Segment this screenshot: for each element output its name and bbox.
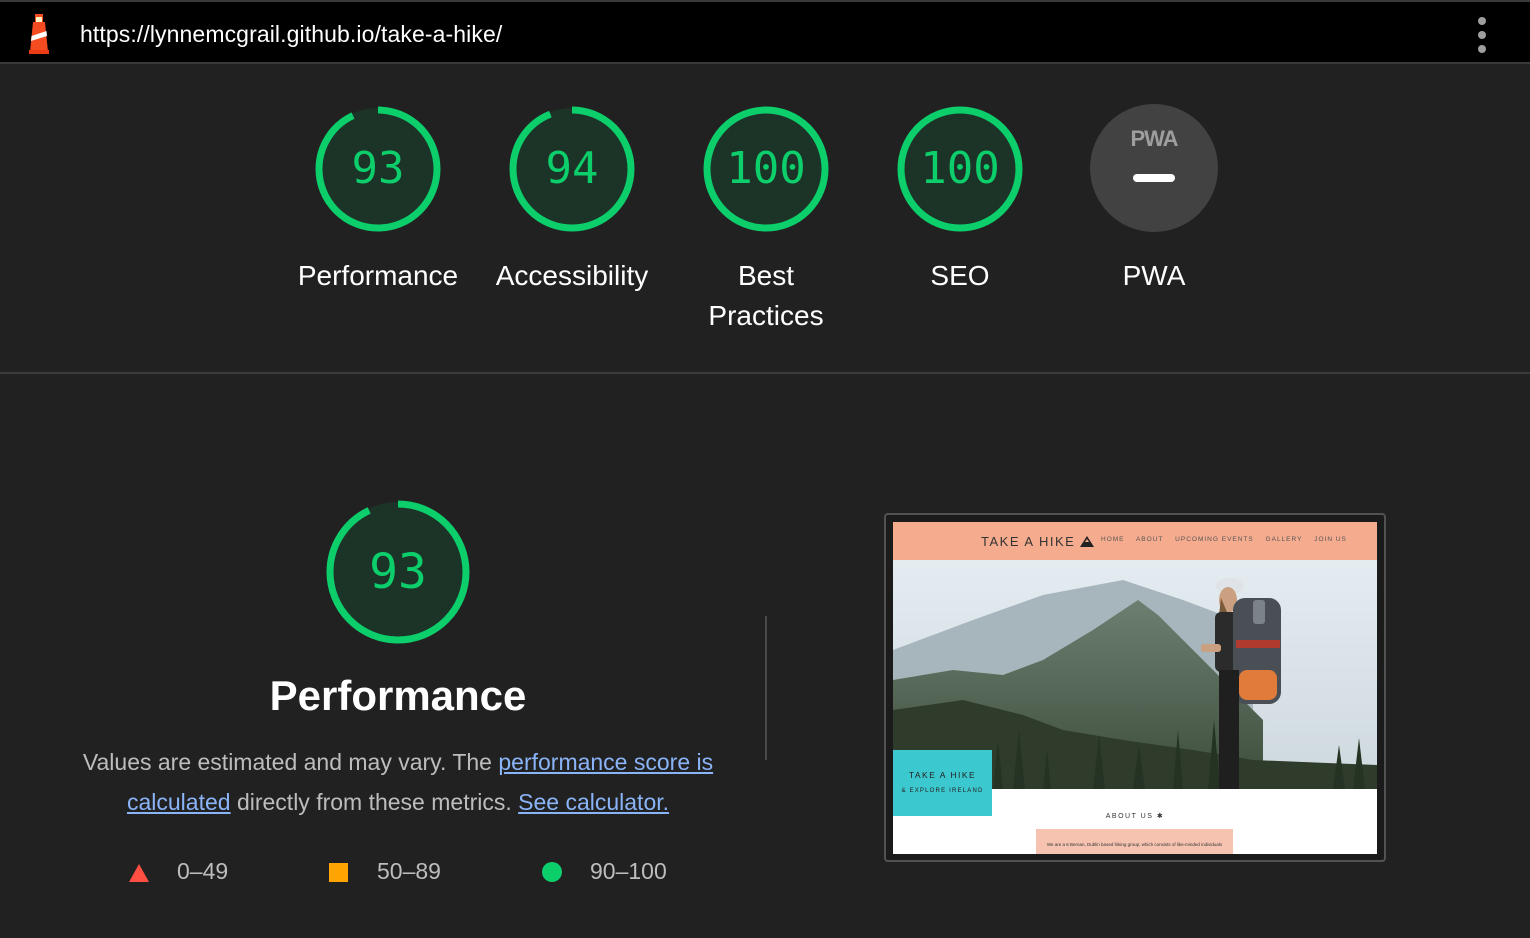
site-nav-link: JOIN US — [1314, 536, 1347, 543]
gauge-seo[interactable]: 100 SEO — [865, 104, 1055, 296]
pwa-dash-icon — [1133, 174, 1175, 182]
gauge-score: 93 — [351, 143, 405, 194]
gauge-label: PWA — [1122, 260, 1186, 291]
more-menu-icon[interactable] — [1472, 17, 1492, 55]
square-icon — [329, 863, 348, 882]
pwa-badge-icon: PWA — [1090, 104, 1218, 232]
triangle-icon — [129, 864, 149, 882]
site-title-text: TAKE A HIKE — [981, 534, 1076, 549]
gauge-score: 94 — [545, 143, 599, 194]
about-strip: We are a 6 Bernan, Dublin based hiking g… — [1036, 829, 1233, 854]
site-nav-bar: TAKE A HIKE HOME ABOUT UPCOMING EVENTS G… — [893, 522, 1377, 560]
hero-caption-box: TAKE A HIKE & EXPLORE IRELAND — [893, 750, 992, 816]
gauge-pwa[interactable]: PWA PWA — [1059, 104, 1249, 296]
hiker-icon: ✱ — [1156, 813, 1165, 820]
pwa-badge-text: PWA — [1130, 126, 1178, 151]
site-title: TAKE A HIKE — [981, 534, 1095, 549]
final-screenshot[interactable]: TAKE A HIKE HOME ABOUT UPCOMING EVENTS G… — [893, 522, 1377, 854]
description-text: Values are estimated and may vary. The — [82, 749, 499, 775]
site-nav-link: ABOUT — [1135, 536, 1164, 543]
performance-description: Values are estimated and may vary. The p… — [60, 742, 736, 822]
site-nav-links: HOME ABOUT UPCOMING EVENTS GALLERY JOIN … — [1101, 536, 1356, 543]
report-topbar: https://lynnemcgrail.github.io/take-a-hi… — [0, 0, 1530, 64]
gauge-accessibility[interactable]: 94 Accessibility — [477, 104, 667, 296]
site-hero-image: TAKE A HIKE & EXPLORE IRELAND — [893, 560, 1377, 816]
legend-range: 50–89 — [377, 858, 441, 884]
legend-range: 0–49 — [177, 858, 229, 884]
hero-subtitle: & EXPLORE IRELAND — [901, 788, 984, 794]
gauge-label: Accessibility — [495, 260, 649, 291]
performance-gauge: 93 — [324, 498, 472, 646]
category-gauges: 93 Performance 94 Accessibility 100 Best… — [0, 64, 1530, 374]
gauge-performance[interactable]: 93 Performance — [283, 104, 473, 296]
gauge-score: 100 — [726, 143, 806, 194]
report-url[interactable]: https://lynnemcgrail.github.io/take-a-hi… — [80, 21, 502, 48]
see-calculator-link[interactable]: See calculator. — [518, 789, 669, 815]
legend-range: 90–100 — [590, 858, 667, 884]
circle-icon — [542, 862, 562, 882]
gauge-best-practices[interactable]: 100 Best Practices — [671, 104, 861, 336]
performance-score: 93 — [369, 544, 427, 600]
lighthouse-icon — [29, 14, 49, 54]
about-title-text: ABOUT US — [1105, 813, 1154, 820]
site-nav-link: GALLERY — [1265, 536, 1303, 543]
site-nav-link: HOME — [1101, 536, 1125, 543]
section-divider — [765, 616, 767, 760]
gauge-label: Best Practices — [708, 260, 824, 331]
gauge-label: SEO — [930, 260, 990, 291]
gauge-score: 100 — [920, 143, 1000, 194]
about-text: We are a 6 Bernan, Dublin based hiking g… — [1046, 842, 1223, 847]
site-nav-link: UPCOMING EVENTS — [1175, 536, 1254, 543]
mountain-icon — [1080, 536, 1095, 547]
description-text: directly from these metrics. — [230, 789, 519, 815]
about-title: ABOUT US ✱ — [893, 812, 1377, 820]
performance-title: Performance — [269, 672, 527, 719]
gauge-label: Performance — [297, 260, 459, 291]
hero-title: TAKE A HIKE — [908, 770, 977, 780]
